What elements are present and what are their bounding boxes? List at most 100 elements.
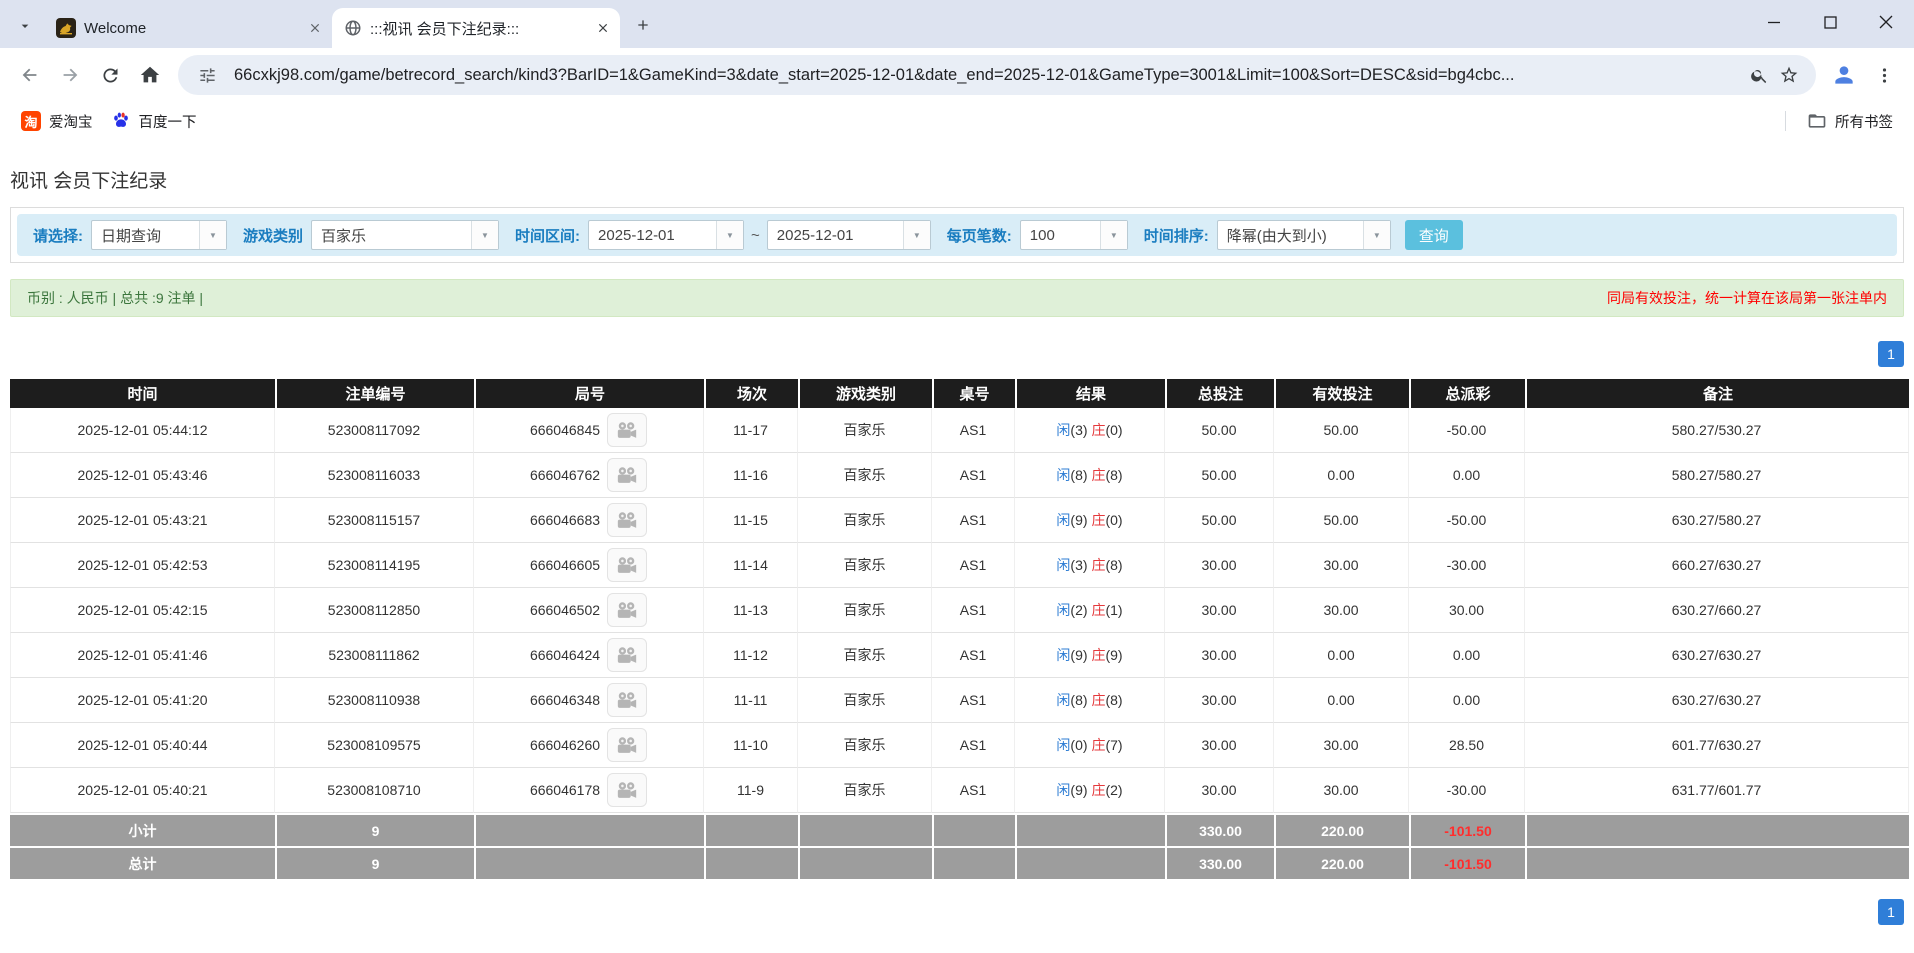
date-range-tilde: ~ bbox=[751, 226, 760, 244]
date-start-dropdown[interactable]: 2025-12-01 ▼ bbox=[588, 220, 745, 250]
profile-button[interactable] bbox=[1824, 55, 1864, 95]
chevron-down-icon[interactable]: ▼ bbox=[471, 221, 499, 249]
tab-betrecord[interactable]: :::视讯 会员下注纪录::: bbox=[332, 8, 620, 48]
cell-session: 11-16 bbox=[704, 453, 798, 498]
date-start-value: 2025-12-01 bbox=[598, 226, 675, 244]
bookmark-star-button[interactable] bbox=[1774, 60, 1804, 90]
cell-payout: 28.50 bbox=[1409, 723, 1525, 768]
cell-total-bet[interactable]: 30.00 bbox=[1165, 678, 1274, 723]
game-type-dropdown[interactable]: 百家乐 ▼ bbox=[311, 220, 500, 250]
video-replay-button[interactable] bbox=[607, 773, 648, 807]
chevron-down-icon[interactable]: ▼ bbox=[1362, 221, 1390, 249]
all-bookmarks-label: 所有书签 bbox=[1835, 114, 1893, 131]
cell-remark: 580.27/580.27 bbox=[1525, 453, 1909, 498]
zoom-level-button[interactable] bbox=[1744, 60, 1774, 90]
round-wrap: 666046845 bbox=[475, 413, 702, 447]
close-window-button[interactable] bbox=[1858, 0, 1914, 44]
page-number-button[interactable]: 1 bbox=[1878, 341, 1904, 367]
home-button[interactable] bbox=[130, 55, 170, 95]
column-header: 局号 bbox=[474, 379, 704, 408]
player-score: (2) bbox=[1070, 602, 1088, 618]
subtotal-count: 9 bbox=[275, 813, 474, 846]
column-header: 结果 bbox=[1015, 379, 1165, 408]
subtotal-empty-cell bbox=[1525, 813, 1909, 846]
cell-game-type: 百家乐 bbox=[798, 498, 932, 543]
cell-payout: 30.00 bbox=[1409, 588, 1525, 633]
cell-round: 666046260 bbox=[474, 723, 704, 768]
column-header: 注单编号 bbox=[275, 379, 474, 408]
back-button[interactable] bbox=[10, 55, 50, 95]
banker-label: 庄 bbox=[1091, 647, 1106, 663]
minimize-button[interactable] bbox=[1746, 0, 1802, 44]
cell-total-bet[interactable]: 30.00 bbox=[1165, 768, 1274, 813]
tab-search-button[interactable] bbox=[10, 11, 40, 41]
magnifier-icon bbox=[1750, 69, 1766, 83]
bookmark-taobao[interactable]: 淘 爱淘宝 bbox=[12, 107, 102, 136]
reload-button[interactable] bbox=[90, 55, 130, 95]
cell-table-no: AS1 bbox=[932, 768, 1015, 813]
page-number-button[interactable]: 1 bbox=[1878, 899, 1904, 925]
query-type-dropdown[interactable]: 日期查询 ▼ bbox=[91, 220, 227, 250]
chevron-down-icon[interactable]: ▼ bbox=[716, 221, 744, 249]
cell-total-bet[interactable]: 30.00 bbox=[1165, 723, 1274, 768]
cell-time: 2025-12-01 05:42:15 bbox=[10, 588, 275, 633]
url-bar[interactable]: 66cxkj98.com/game/betrecord_search/kind3… bbox=[178, 55, 1816, 95]
browser-menu-button[interactable] bbox=[1864, 55, 1904, 95]
subtotal-empty-cell bbox=[474, 813, 704, 846]
summary-bar: 币别 : 人民币 | 总共 :9 注单 | 同局有效投注，统一计算在该局第一张注… bbox=[10, 279, 1904, 317]
cell-total-bet[interactable]: 30.00 bbox=[1165, 633, 1274, 678]
cell-remark: 630.27/630.27 bbox=[1525, 678, 1909, 723]
cell-remark: 660.27/630.27 bbox=[1525, 543, 1909, 588]
tab-close-icon[interactable] bbox=[305, 19, 324, 38]
cell-remark: 631.77/601.77 bbox=[1525, 768, 1909, 813]
cell-table-no: AS1 bbox=[932, 408, 1015, 453]
video-replay-button[interactable] bbox=[607, 683, 648, 717]
video-replay-button[interactable] bbox=[607, 593, 648, 627]
video-replay-icon bbox=[617, 646, 637, 663]
cell-game-type: 百家乐 bbox=[798, 723, 932, 768]
maximize-button[interactable] bbox=[1802, 0, 1858, 44]
window-controls bbox=[1746, 0, 1914, 44]
total-empty-cell bbox=[474, 846, 704, 879]
player-score: (9) bbox=[1070, 512, 1088, 528]
cell-total-bet[interactable]: 50.00 bbox=[1165, 453, 1274, 498]
bookmark-baidu[interactable]: 百度一下 bbox=[102, 107, 206, 136]
browser-toolbar: 66cxkj98.com/game/betrecord_search/kind3… bbox=[0, 48, 1914, 102]
video-replay-button[interactable] bbox=[607, 638, 648, 672]
chevron-down-icon[interactable]: ▼ bbox=[199, 221, 226, 249]
forward-button[interactable] bbox=[50, 55, 90, 95]
sort-dropdown[interactable]: 降幂(由大到小) ▼ bbox=[1216, 220, 1391, 250]
site-info-button[interactable] bbox=[192, 60, 222, 90]
tab-close-icon[interactable] bbox=[593, 19, 612, 38]
banker-score: (8) bbox=[1105, 692, 1123, 708]
video-replay-button[interactable] bbox=[607, 548, 648, 582]
forward-icon bbox=[63, 68, 78, 82]
pagination-top: 1 bbox=[10, 341, 1904, 367]
player-label: 闲 bbox=[1056, 557, 1071, 573]
chevron-down-icon[interactable]: ▼ bbox=[902, 221, 930, 249]
video-replay-button[interactable] bbox=[607, 728, 648, 762]
cell-total-bet[interactable]: 30.00 bbox=[1165, 588, 1274, 633]
cell-total-bet[interactable]: 50.00 bbox=[1165, 498, 1274, 543]
video-replay-button[interactable] bbox=[607, 413, 648, 447]
date-end-dropdown[interactable]: 2025-12-01 ▼ bbox=[766, 220, 931, 250]
chevron-down-icon[interactable]: ▼ bbox=[1099, 221, 1127, 249]
cell-game-type: 百家乐 bbox=[798, 588, 932, 633]
cell-remark: 580.27/530.27 bbox=[1525, 408, 1909, 453]
video-replay-button[interactable] bbox=[607, 503, 648, 537]
total-empty-cell bbox=[932, 846, 1015, 879]
table-body: 2025-12-01 05:44:12 523008117092 666046845… bbox=[10, 408, 1909, 813]
cell-total-bet[interactable]: 50.00 bbox=[1165, 408, 1274, 453]
all-bookmarks-button[interactable]: 所有书签 bbox=[1798, 107, 1902, 136]
per-page-dropdown[interactable]: 100 ▼ bbox=[1019, 220, 1128, 250]
cell-total-bet[interactable]: 30.00 bbox=[1165, 543, 1274, 588]
search-button[interactable]: 查询 bbox=[1404, 220, 1463, 250]
new-tab-button[interactable] bbox=[628, 10, 658, 40]
video-replay-button[interactable] bbox=[607, 458, 648, 492]
tab-welcome[interactable]: Welcome bbox=[44, 8, 332, 48]
banker-label: 庄 bbox=[1091, 692, 1106, 708]
cell-result: 闲(9) 庄(0) bbox=[1015, 498, 1165, 543]
tune-icon bbox=[199, 67, 215, 83]
cell-remark: 601.77/630.27 bbox=[1525, 723, 1909, 768]
tab-title: :::视讯 会员下注纪录::: bbox=[370, 20, 520, 38]
